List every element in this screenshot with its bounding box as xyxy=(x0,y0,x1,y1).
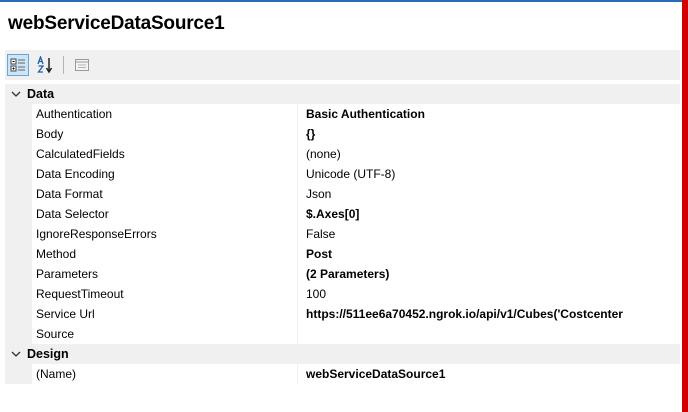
toolbar-separator xyxy=(63,56,64,74)
property-row-data-format[interactable]: Data Format Json xyxy=(5,184,680,204)
property-row-data-selector[interactable]: Data Selector $.Axes[0] xyxy=(5,204,680,224)
property-name: IgnoreResponseErrors xyxy=(36,227,157,241)
property-row-source[interactable]: Source xyxy=(5,324,680,344)
property-value[interactable]: Post xyxy=(297,244,680,264)
property-name: Service Url xyxy=(36,307,95,321)
property-value[interactable]: (2 Parameters) xyxy=(297,264,680,284)
property-value[interactable]: $.Axes[0] xyxy=(297,204,680,224)
categorized-icon xyxy=(10,58,25,72)
properties-toolbar xyxy=(5,50,680,80)
property-row-ignore-response-errors[interactable]: IgnoreResponseErrors False xyxy=(5,224,680,244)
property-grid: Data Authentication Basic Authentication… xyxy=(5,84,680,384)
property-name: RequestTimeout xyxy=(36,287,124,301)
property-row-calculated-fields[interactable]: CalculatedFields (none) xyxy=(5,144,680,164)
chevron-down-icon[interactable] xyxy=(9,347,23,361)
property-row-request-timeout[interactable]: RequestTimeout 100 xyxy=(5,284,680,304)
property-row-service-url[interactable]: Service Url https://511ee6a70452.ngrok.i… xyxy=(5,304,680,324)
property-name: Source xyxy=(36,327,75,341)
property-row-method[interactable]: Method Post xyxy=(5,244,680,264)
property-value[interactable]: {} xyxy=(297,124,680,144)
property-value[interactable]: https://511ee6a70452.ngrok.io/api/v1/Cub… xyxy=(297,304,680,324)
property-pages-icon xyxy=(75,59,89,71)
property-value[interactable]: Json xyxy=(297,184,680,204)
property-name: Body xyxy=(36,127,64,141)
property-row-data-encoding[interactable]: Data Encoding Unicode (UTF-8) xyxy=(5,164,680,184)
property-value[interactable]: webServiceDataSource1 xyxy=(297,364,680,384)
property-name: CalculatedFields xyxy=(36,147,125,161)
property-value[interactable]: 100 xyxy=(297,284,680,304)
property-name: Data Format xyxy=(36,187,103,201)
property-name: Data Encoding xyxy=(36,167,115,181)
property-value[interactable] xyxy=(297,324,680,344)
category-label: Design xyxy=(27,347,69,361)
selection-border xyxy=(682,0,688,412)
property-value[interactable]: False xyxy=(297,224,680,244)
category-data[interactable]: Data xyxy=(5,84,680,104)
component-title: webServiceDataSource1 xyxy=(8,13,225,34)
property-name: Method xyxy=(36,247,77,261)
properties-panel: webServiceDataSource1 Data Authenticatio… xyxy=(0,2,680,412)
property-name: Data Selector xyxy=(36,207,109,221)
property-row-body[interactable]: Body {} xyxy=(5,124,680,144)
alphabetical-button[interactable] xyxy=(35,54,57,76)
category-label: Data xyxy=(27,87,55,101)
property-name: Authentication xyxy=(36,107,113,121)
property-row-authentication[interactable]: Authentication Basic Authentication xyxy=(5,104,680,124)
property-value[interactable]: Basic Authentication xyxy=(297,104,680,124)
categorized-button[interactable] xyxy=(7,54,29,76)
category-design[interactable]: Design xyxy=(5,344,680,364)
property-name: (Name) xyxy=(36,367,77,381)
property-row-name[interactable]: (Name) webServiceDataSource1 xyxy=(5,364,680,384)
property-value[interactable]: (none) xyxy=(297,144,680,164)
chevron-down-icon[interactable] xyxy=(9,87,23,101)
property-pages-button[interactable] xyxy=(71,54,93,76)
property-value[interactable]: Unicode (UTF-8) xyxy=(297,164,680,184)
sort-alphabetical-icon xyxy=(37,56,53,74)
property-name: Parameters xyxy=(36,267,99,281)
property-row-parameters[interactable]: Parameters (2 Parameters) xyxy=(5,264,680,284)
